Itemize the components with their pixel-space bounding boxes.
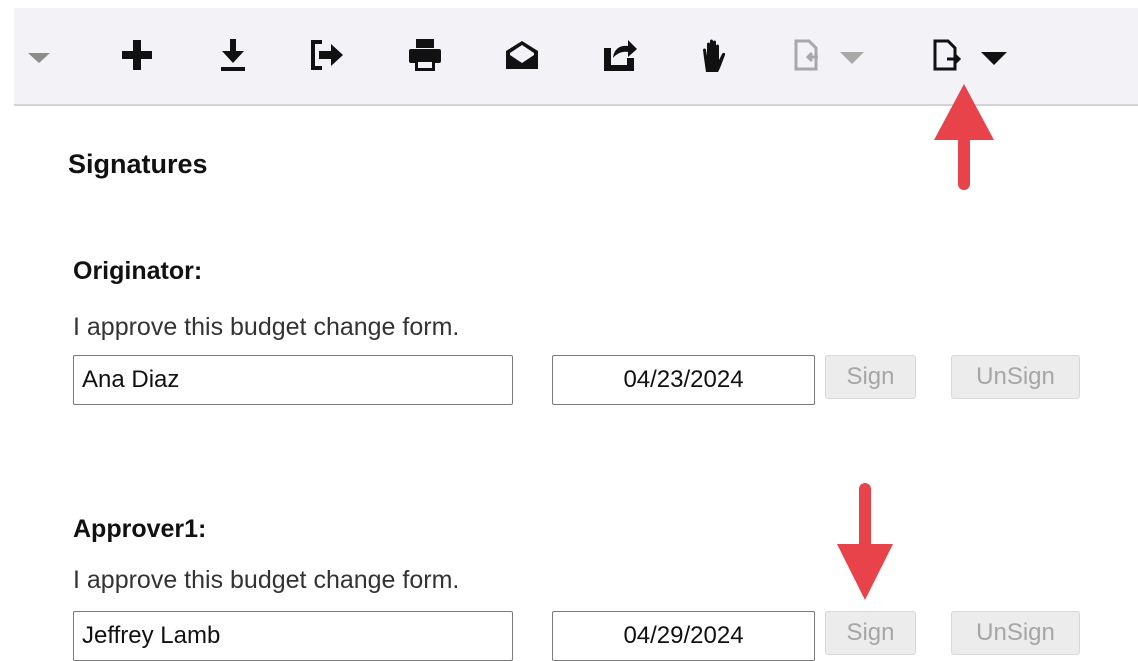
originator-statement: I approve this budget change form. [73, 313, 460, 341]
add-icon[interactable] [120, 38, 154, 72]
document-export-dropdown-icon[interactable] [933, 38, 1009, 72]
annotation-arrow-down [837, 483, 893, 600]
originator-date-field[interactable] [552, 355, 815, 405]
email-icon[interactable] [504, 38, 540, 72]
download-icon[interactable] [218, 38, 248, 72]
approver1-date-field[interactable] [552, 611, 815, 661]
export-icon[interactable] [308, 38, 346, 72]
hand-icon[interactable] [700, 38, 730, 74]
approver1-statement: I approve this budget change form. [73, 566, 460, 594]
originator-name-field[interactable] [73, 355, 513, 405]
attach-dropdown-icon[interactable] [794, 38, 868, 72]
annotation-arrow-up [934, 84, 994, 190]
approver1-label: Approver1: [73, 515, 207, 543]
approver1-name-field[interactable] [73, 611, 513, 661]
originator-unsign-button[interactable]: UnSign [951, 355, 1080, 399]
approver1-unsign-button[interactable]: UnSign [951, 611, 1080, 655]
originator-label: Originator: [73, 257, 203, 285]
reload-icon[interactable] [601, 38, 639, 72]
print-icon[interactable] [407, 38, 443, 72]
section-title: Signatures [68, 149, 208, 179]
approver1-sign-button[interactable]: Sign [825, 611, 916, 655]
originator-sign-button[interactable]: Sign [825, 355, 916, 399]
caret-down-icon[interactable] [26, 51, 52, 65]
